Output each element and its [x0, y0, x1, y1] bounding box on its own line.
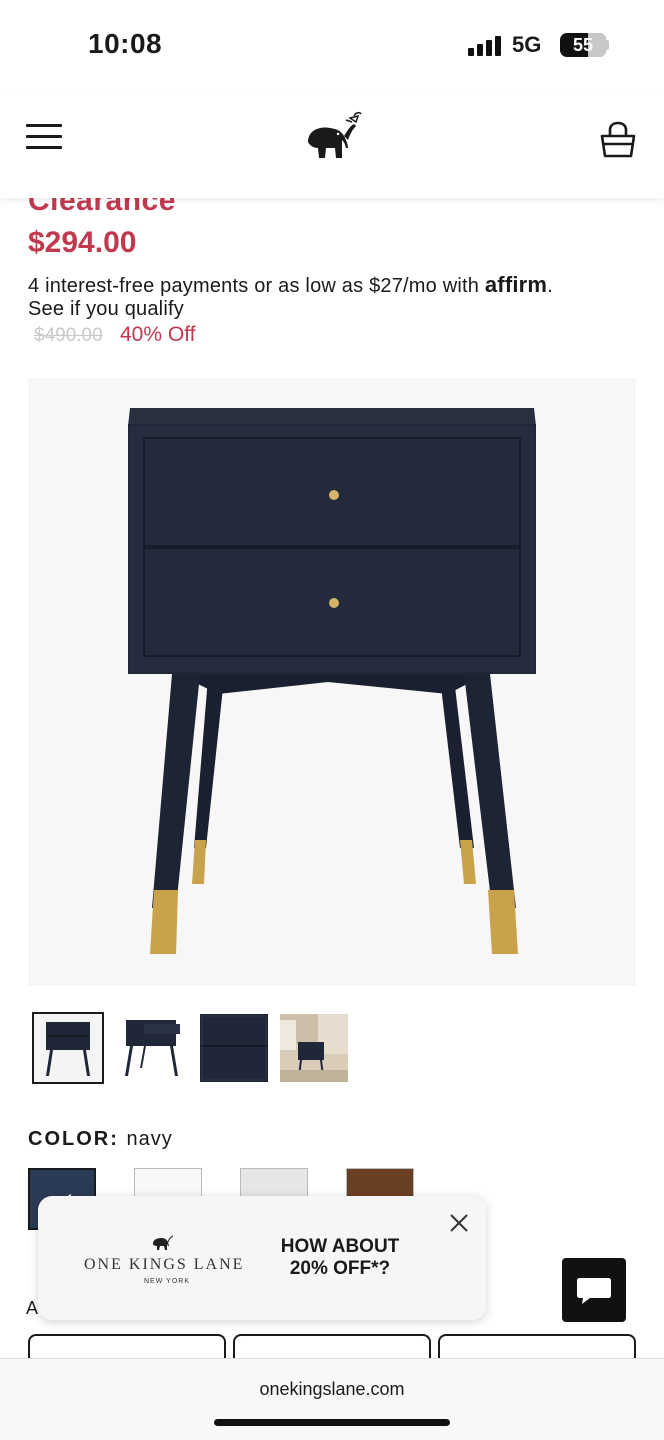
elephant-logo-icon[interactable]	[298, 108, 364, 168]
color-label-key: COLOR:	[28, 1128, 119, 1150]
thumbnail-1[interactable]	[32, 1012, 104, 1084]
discount-label: 40% Off	[120, 323, 196, 346]
size-label: A	[26, 1298, 39, 1318]
site-header	[0, 92, 664, 198]
promo-brand: ONE KINGS LANE	[84, 1256, 245, 1273]
color-label: COLOR: navy	[28, 1128, 173, 1151]
status-time: 10:08	[88, 28, 163, 59]
shopping-basket-icon[interactable]	[598, 120, 638, 160]
thumbnail-strip	[32, 1012, 354, 1084]
sale-price: $294.00	[28, 226, 137, 259]
affirm-suffix: .	[547, 275, 553, 297]
promo-popup[interactable]: ONE KINGS LANE NEW YORK HOW ABOUT 20% OF…	[38, 1196, 486, 1320]
affirm-financing-text: 4 interest-free payments or as low as $2…	[28, 272, 648, 299]
selected-color-value: navy	[126, 1128, 173, 1150]
status-bar: 10:08 5G 55	[0, 0, 664, 92]
see-if-you-qualify-link[interactable]: See if you qualify	[28, 298, 184, 321]
affirm-text: 4 interest-free payments or as low as $2…	[28, 275, 485, 297]
promo-city: NEW YORK	[144, 1278, 190, 1285]
elephant-logo-icon	[153, 1235, 174, 1250]
browser-address-bar[interactable]: onekingslane.com	[0, 1358, 664, 1440]
battery-level: 55	[572, 35, 594, 55]
battery-tip	[606, 40, 609, 50]
nightstand-image	[128, 408, 536, 954]
url-text[interactable]: onekingslane.com	[0, 1379, 664, 1400]
network-label: 5G	[512, 32, 542, 57]
hamburger-menu-icon[interactable]	[26, 122, 64, 152]
promo-headline[interactable]: HOW ABOUT 20% OFF*?	[274, 1236, 406, 1280]
home-indicator	[214, 1419, 450, 1426]
affirm-logo: affirm	[484, 272, 548, 297]
thumbnail-2[interactable]	[118, 1014, 186, 1082]
chat-button[interactable]	[562, 1258, 626, 1322]
battery-icon: 55	[560, 33, 606, 57]
main-product-image[interactable]	[28, 378, 636, 986]
original-price: $490.00	[34, 325, 103, 346]
signal-icon	[468, 36, 502, 56]
thumbnail-4[interactable]	[280, 1014, 348, 1082]
close-icon[interactable]	[448, 1212, 470, 1234]
thumbnail-3[interactable]	[200, 1014, 268, 1082]
chat-bubble-icon	[577, 1278, 611, 1304]
